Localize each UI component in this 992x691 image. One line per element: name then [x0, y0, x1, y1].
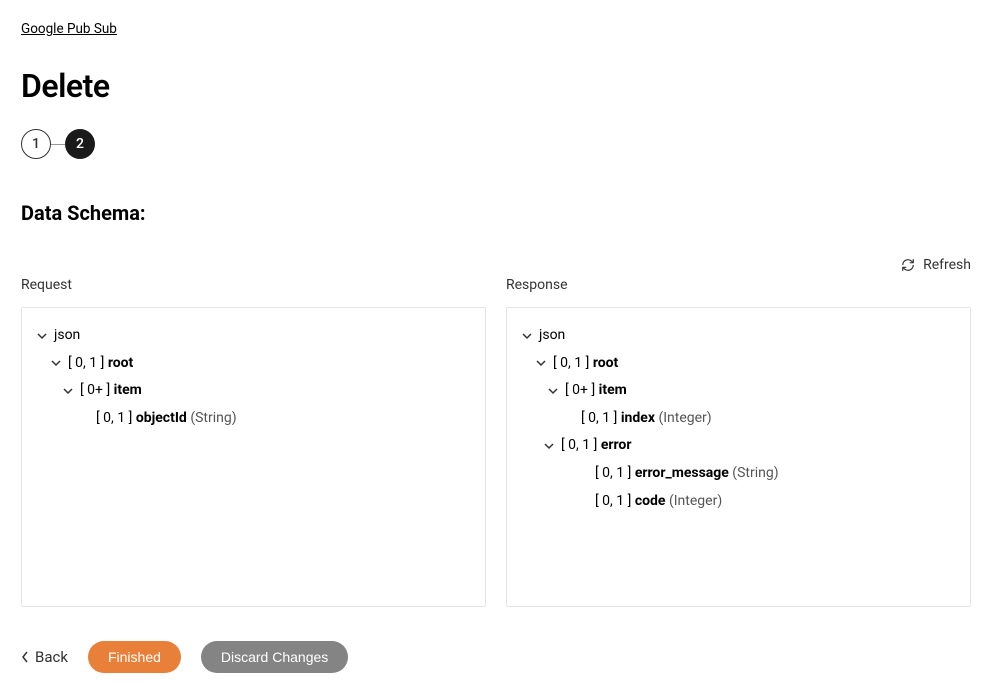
- tree-node-root[interactable]: [ 0, 1 ] root: [34, 350, 473, 378]
- request-label: Request: [21, 277, 486, 293]
- refresh-icon: [901, 258, 915, 272]
- chevron-down-icon[interactable]: [545, 383, 561, 399]
- step-1[interactable]: 1: [21, 129, 51, 159]
- tree-node-label: [ 0+ ] item: [565, 381, 627, 401]
- tree-node-label: json: [54, 326, 80, 346]
- request-tree: json [ 0, 1 ] root [ 0+ ] item: [21, 307, 486, 607]
- chevron-down-icon[interactable]: [541, 438, 557, 454]
- tree-node-label: [ 0+ ] item: [80, 381, 142, 401]
- page-title: Delete: [21, 67, 971, 105]
- tree-node-label: [ 0, 1 ] root: [553, 354, 618, 374]
- tree-node-item[interactable]: [ 0+ ] item: [34, 377, 473, 405]
- tree-node-code[interactable]: [ 0, 1 ] code (Integer): [519, 488, 958, 516]
- step-connector: [51, 144, 65, 145]
- section-header: Data Schema:: [21, 201, 971, 225]
- breadcrumb[interactable]: Google Pub Sub: [21, 21, 117, 37]
- discard-button[interactable]: Discard Changes: [201, 641, 348, 673]
- response-label: Response: [506, 277, 971, 293]
- refresh-button[interactable]: Refresh: [21, 257, 971, 273]
- tree-node-label: [ 0, 1 ] root: [68, 354, 133, 374]
- tree-node-json[interactable]: json: [519, 322, 958, 350]
- refresh-label: Refresh: [923, 257, 971, 273]
- response-column: Response json [ 0, 1 ] root: [506, 277, 971, 607]
- tree-node-label: [ 0, 1 ] objectId (String): [96, 409, 237, 429]
- back-label: Back: [35, 648, 68, 666]
- tree-node-label: json: [539, 326, 565, 346]
- chevron-down-icon[interactable]: [533, 355, 549, 371]
- finished-button[interactable]: Finished: [88, 641, 181, 673]
- step-2[interactable]: 2: [65, 129, 95, 159]
- tree-node-label: [ 0, 1 ] error_message (String): [595, 464, 779, 484]
- tree-node-label: [ 0, 1 ] code (Integer): [595, 492, 722, 512]
- tree-node-index[interactable]: [ 0, 1 ] index (Integer): [519, 405, 958, 433]
- tree-node-json[interactable]: json: [34, 322, 473, 350]
- tree-node-root[interactable]: [ 0, 1 ] root: [519, 350, 958, 378]
- tree-node-error-message[interactable]: [ 0, 1 ] error_message (String): [519, 460, 958, 488]
- chevron-down-icon[interactable]: [60, 383, 76, 399]
- response-tree: json [ 0, 1 ] root [ 0+ ] item: [506, 307, 971, 607]
- tree-node-label: [ 0, 1 ] error: [561, 436, 631, 456]
- request-column: Request json [ 0, 1 ] root: [21, 277, 486, 607]
- tree-node-item[interactable]: [ 0+ ] item: [519, 377, 958, 405]
- chevron-down-icon[interactable]: [519, 328, 535, 344]
- chevron-down-icon[interactable]: [48, 355, 64, 371]
- tree-node-objectid[interactable]: [ 0, 1 ] objectId (String): [34, 405, 473, 433]
- back-button[interactable]: Back: [21, 648, 68, 666]
- chevron-down-icon[interactable]: [34, 328, 50, 344]
- tree-node-label: [ 0, 1 ] index (Integer): [581, 409, 712, 429]
- chevron-left-icon: [21, 651, 29, 663]
- footer: Back Finished Discard Changes: [21, 641, 971, 673]
- stepper: 1 2: [21, 129, 971, 159]
- tree-node-error[interactable]: [ 0, 1 ] error: [519, 432, 958, 460]
